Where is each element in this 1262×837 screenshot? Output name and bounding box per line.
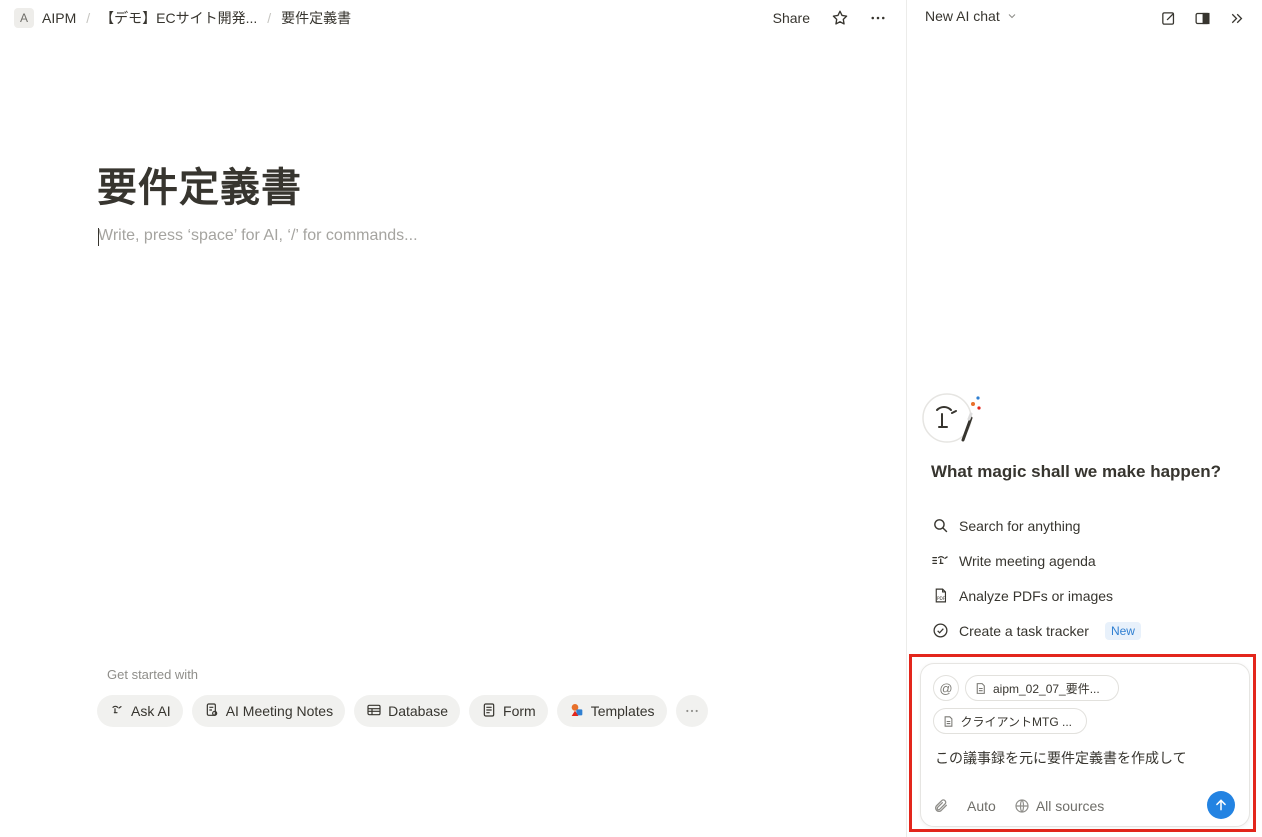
svg-text:PDF: PDF (936, 596, 945, 602)
arrow-up-icon (1216, 799, 1226, 811)
breadcrumb-current-page[interactable]: 要件定義書 (279, 8, 353, 28)
search-icon (931, 517, 949, 535)
breadcrumb-separator: / (86, 10, 91, 26)
get-started-label: Get started with (107, 667, 199, 682)
get-started-chips: Ask AI AI Meeting Notes Database Form Te… (97, 695, 708, 727)
send-button[interactable] (1207, 791, 1235, 819)
breadcrumb: A AIPM / 【デモ】ECサイト開発... / 要件定義書 (14, 8, 353, 28)
breadcrumb-workspace[interactable]: AIPM (40, 10, 78, 26)
pdf-icon: PDF (931, 587, 949, 605)
more-options-icon[interactable] (866, 6, 890, 30)
top-actions: Share (769, 6, 890, 30)
database-label: Database (388, 703, 449, 719)
suggestion-meeting-agenda[interactable]: Write meeting agenda (931, 543, 1251, 578)
attachment-chip[interactable]: aipm_02_07_要件... (965, 675, 1119, 701)
database-chip[interactable]: Database (354, 695, 461, 727)
globe-icon (1015, 799, 1029, 813)
ai-meeting-notes-chip[interactable]: AI Meeting Notes (191, 695, 346, 727)
ai-suggestions: Search for anything Write meeting agenda… (931, 508, 1251, 648)
composer-footer: Auto All sources (933, 791, 1243, 819)
attach-file-button[interactable] (933, 798, 949, 814)
ask-ai-chip[interactable]: Ask AI (97, 695, 183, 727)
document-icon (976, 682, 985, 694)
panel-actions (1156, 6, 1248, 30)
new-chat-icon[interactable] (1156, 6, 1180, 30)
templates-label: Templates (590, 703, 655, 719)
ai-chat-composer[interactable]: @ aipm_02_07_要件... クライアントMTG ... この議事録を元… (920, 663, 1250, 827)
more-dots-icon (685, 709, 698, 713)
attachment-name: クライアントMTG ... (960, 714, 1072, 729)
sources-button[interactable]: All sources (1014, 798, 1104, 814)
suggestion-search[interactable]: Search for anything (931, 508, 1251, 543)
templates-shapes-icon (569, 702, 585, 721)
table-icon (366, 702, 382, 721)
breadcrumb-parent-page[interactable]: 【デモ】ECサイト開発... (98, 8, 259, 28)
ask-ai-label: Ask AI (131, 703, 171, 719)
attachment-chip[interactable]: クライアントMTG ... (933, 708, 1087, 734)
document-icon (944, 715, 953, 727)
ai-meeting-notes-label: AI Meeting Notes (225, 703, 334, 719)
suggestion-task-tracker[interactable]: Create a task tracker New (931, 613, 1251, 648)
suggestion-analyze-pdfs[interactable]: PDF Analyze PDFs or images (931, 578, 1251, 613)
editor-placeholder[interactable]: Write, press ‘space’ for AI, ‘/’ for com… (98, 227, 418, 246)
editor-area: A AIPM / 【デモ】ECサイト開発... / 要件定義書 Share 要件… (0, 0, 906, 837)
suggestion-label: Write meeting agenda (959, 552, 1096, 569)
ai-chat-selector[interactable]: New AI chat (925, 8, 1018, 24)
ai-mascot-icon (921, 392, 983, 448)
attachment-name: aipm_02_07_要件... (993, 681, 1100, 696)
more-chip[interactable] (675, 695, 708, 727)
form-label: Form (503, 703, 536, 719)
page-title[interactable]: 要件定義書 (97, 155, 302, 213)
mention-button[interactable]: @ (933, 675, 959, 701)
sidebar-layout-icon[interactable] (1190, 6, 1214, 30)
ai-chat-title: New AI chat (925, 8, 1000, 24)
favorite-star-icon[interactable] (828, 6, 852, 30)
suggestion-label: Search for anything (959, 517, 1081, 534)
sources-label: All sources (1035, 798, 1105, 814)
suggestion-label: Create a task tracker (959, 622, 1089, 639)
breadcrumb-separator: / (267, 10, 272, 26)
model-mode-button[interactable]: Auto (967, 798, 996, 814)
form-chip[interactable]: Form (469, 695, 548, 727)
paperclip-icon (935, 799, 947, 812)
form-icon (481, 702, 497, 721)
collapse-panel-icon[interactable] (1224, 6, 1248, 30)
ai-face-icon (109, 702, 125, 721)
new-badge: New (1104, 621, 1141, 640)
workspace-icon[interactable]: A (14, 8, 34, 28)
agenda-icon (931, 552, 949, 570)
meeting-notes-icon (204, 702, 220, 721)
templates-chip[interactable]: Templates (556, 695, 667, 727)
chevron-down-icon (1008, 14, 1016, 19)
suggestion-label: Analyze PDFs or images (959, 587, 1114, 604)
ai-welcome-heading: What magic shall we make happen? (931, 462, 1222, 481)
share-button[interactable]: Share (769, 8, 814, 28)
prompt-input[interactable]: この議事録を元に要件定義書を作成して (935, 748, 1187, 768)
check-circle-icon (931, 622, 949, 640)
